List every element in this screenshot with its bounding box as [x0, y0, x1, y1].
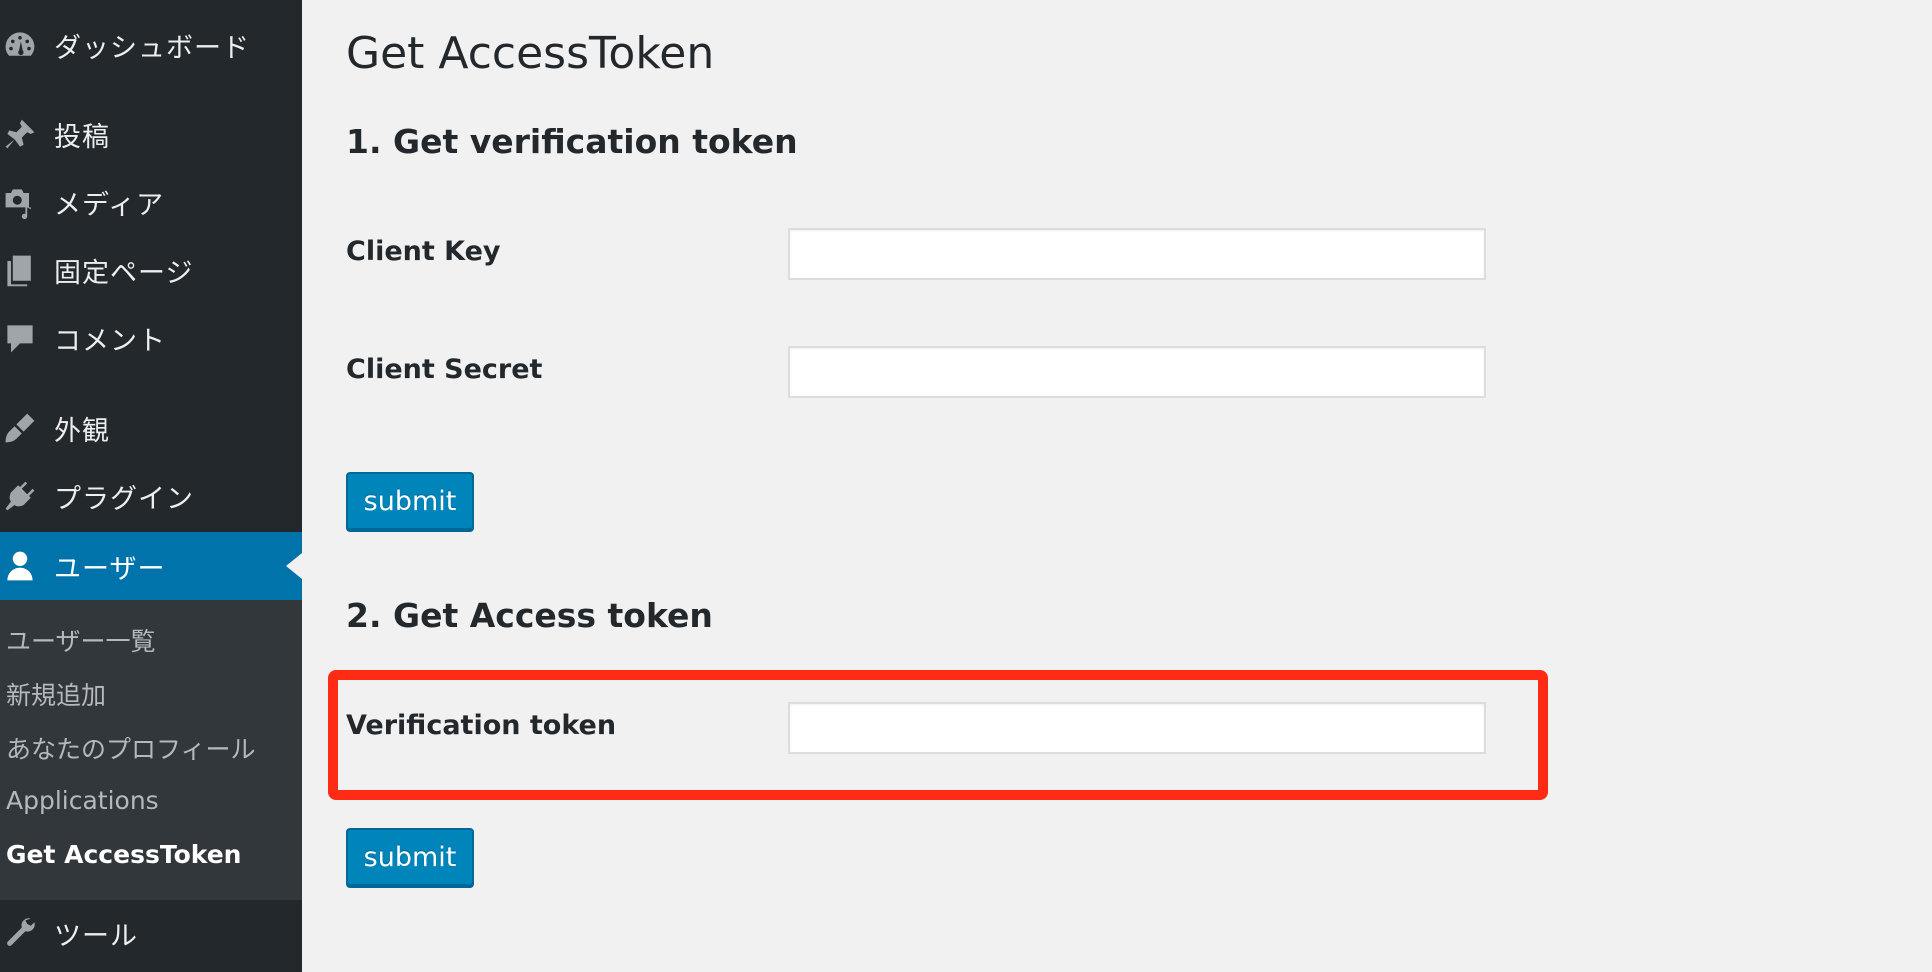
sidebar-item-label: プラグイン: [54, 483, 194, 515]
pin-icon: [0, 114, 40, 154]
sidebar-item-label: コメント: [54, 325, 166, 357]
section-title-verification: 1. Get verification token: [346, 122, 798, 161]
active-menu-arrow: [286, 553, 302, 579]
sidebar-item-pages[interactable]: 固定ページ: [0, 237, 302, 303]
submenu-item-all-users[interactable]: ユーザー一覧: [6, 622, 156, 658]
users-submenu: ユーザー一覧 新規追加 あなたのプロフィール Applications Get …: [0, 600, 302, 900]
admin-sidebar: ダッシュボード 投稿 メディア 固定ページ コメント 外観 プラグイン ユーザー…: [0, 0, 302, 972]
verification-token-input[interactable]: [788, 702, 1486, 754]
sidebar-item-label: ツール: [54, 920, 138, 952]
submit-access-token-button[interactable]: submit: [346, 828, 474, 886]
client-secret-input[interactable]: [788, 346, 1486, 398]
page-title: Get AccessToken: [346, 28, 715, 79]
sidebar-item-label: 外観: [54, 415, 110, 447]
plugin-icon: [0, 476, 40, 516]
main-content: Get AccessToken 1. Get verification toke…: [328, 0, 1932, 972]
verification-token-label: Verification token: [346, 710, 617, 741]
sidebar-item-dashboard[interactable]: ダッシュボード: [0, 12, 302, 78]
submenu-item-applications[interactable]: Applications: [6, 786, 159, 815]
submenu-item-add-new[interactable]: 新規追加: [6, 676, 106, 712]
sidebar-item-media[interactable]: メディア: [0, 169, 302, 235]
sidebar-item-label: 投稿: [54, 121, 110, 153]
media-icon: [0, 182, 40, 222]
sidebar-item-comments[interactable]: コメント: [0, 305, 302, 371]
pages-icon: [0, 250, 40, 290]
sidebar-item-label: 固定ページ: [54, 257, 194, 289]
client-key-label: Client Key: [346, 236, 501, 267]
sidebar-item-label: ダッシュボード: [54, 32, 250, 64]
comment-icon: [0, 318, 40, 358]
wrench-icon: [0, 913, 40, 953]
brush-icon: [0, 408, 40, 448]
user-icon: [0, 546, 40, 586]
sidebar-item-posts[interactable]: 投稿: [0, 101, 302, 167]
sidebar-item-appearance[interactable]: 外観: [0, 395, 302, 461]
sidebar-item-plugins[interactable]: プラグイン: [0, 463, 302, 529]
sidebar-item-users[interactable]: ユーザー: [0, 532, 302, 600]
sidebar-item-label: メディア: [54, 189, 165, 221]
sidebar-item-tools[interactable]: ツール: [0, 900, 302, 966]
section-title-access-token: 2. Get Access token: [346, 596, 713, 635]
client-key-input[interactable]: [788, 228, 1486, 280]
submenu-item-get-accesstoken[interactable]: Get AccessToken: [6, 840, 241, 869]
dashboard-icon: [0, 25, 40, 65]
submit-verification-button[interactable]: submit: [346, 472, 474, 530]
submenu-item-profile[interactable]: あなたのプロフィール: [6, 730, 256, 766]
client-secret-label: Client Secret: [346, 354, 543, 385]
sidebar-item-label: ユーザー: [54, 553, 166, 585]
